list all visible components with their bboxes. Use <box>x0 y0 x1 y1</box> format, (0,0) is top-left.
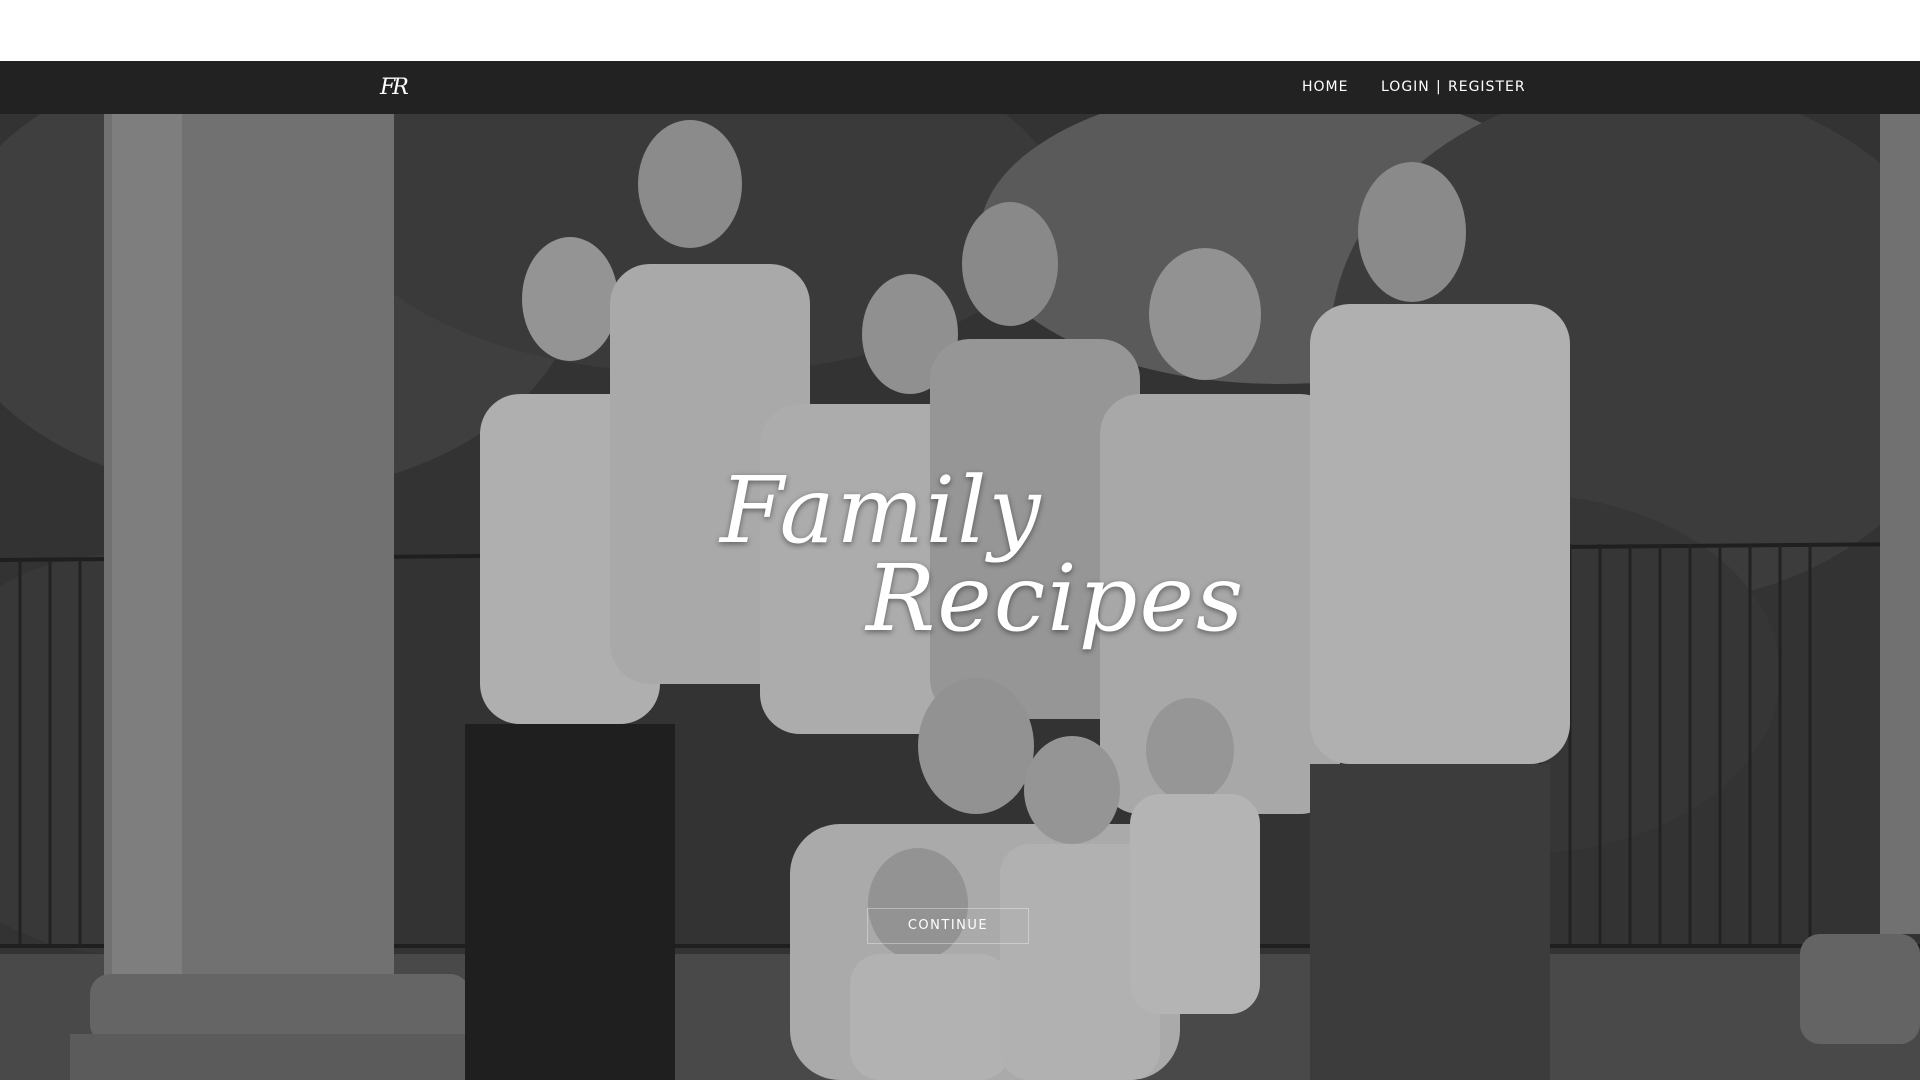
top-whitespace <box>0 0 1920 61</box>
nav-home-link[interactable]: HOME <box>1302 61 1348 114</box>
top-navbar: FR HOME LOGIN | REGISTER <box>0 61 1920 114</box>
continue-button[interactable]: CONTINUE <box>867 908 1029 944</box>
nav-separator: | <box>1436 79 1441 95</box>
hero-section: Family Recipes CONTINUE <box>0 114 1920 1080</box>
nav-login-link[interactable]: LOGIN <box>1381 61 1430 114</box>
hero-title: Family Recipes <box>720 456 1243 786</box>
hero-title-recipes: Recipes <box>866 545 1246 652</box>
brand-logo[interactable]: FR <box>380 73 409 103</box>
nav-register-link[interactable]: REGISTER <box>1448 61 1526 114</box>
